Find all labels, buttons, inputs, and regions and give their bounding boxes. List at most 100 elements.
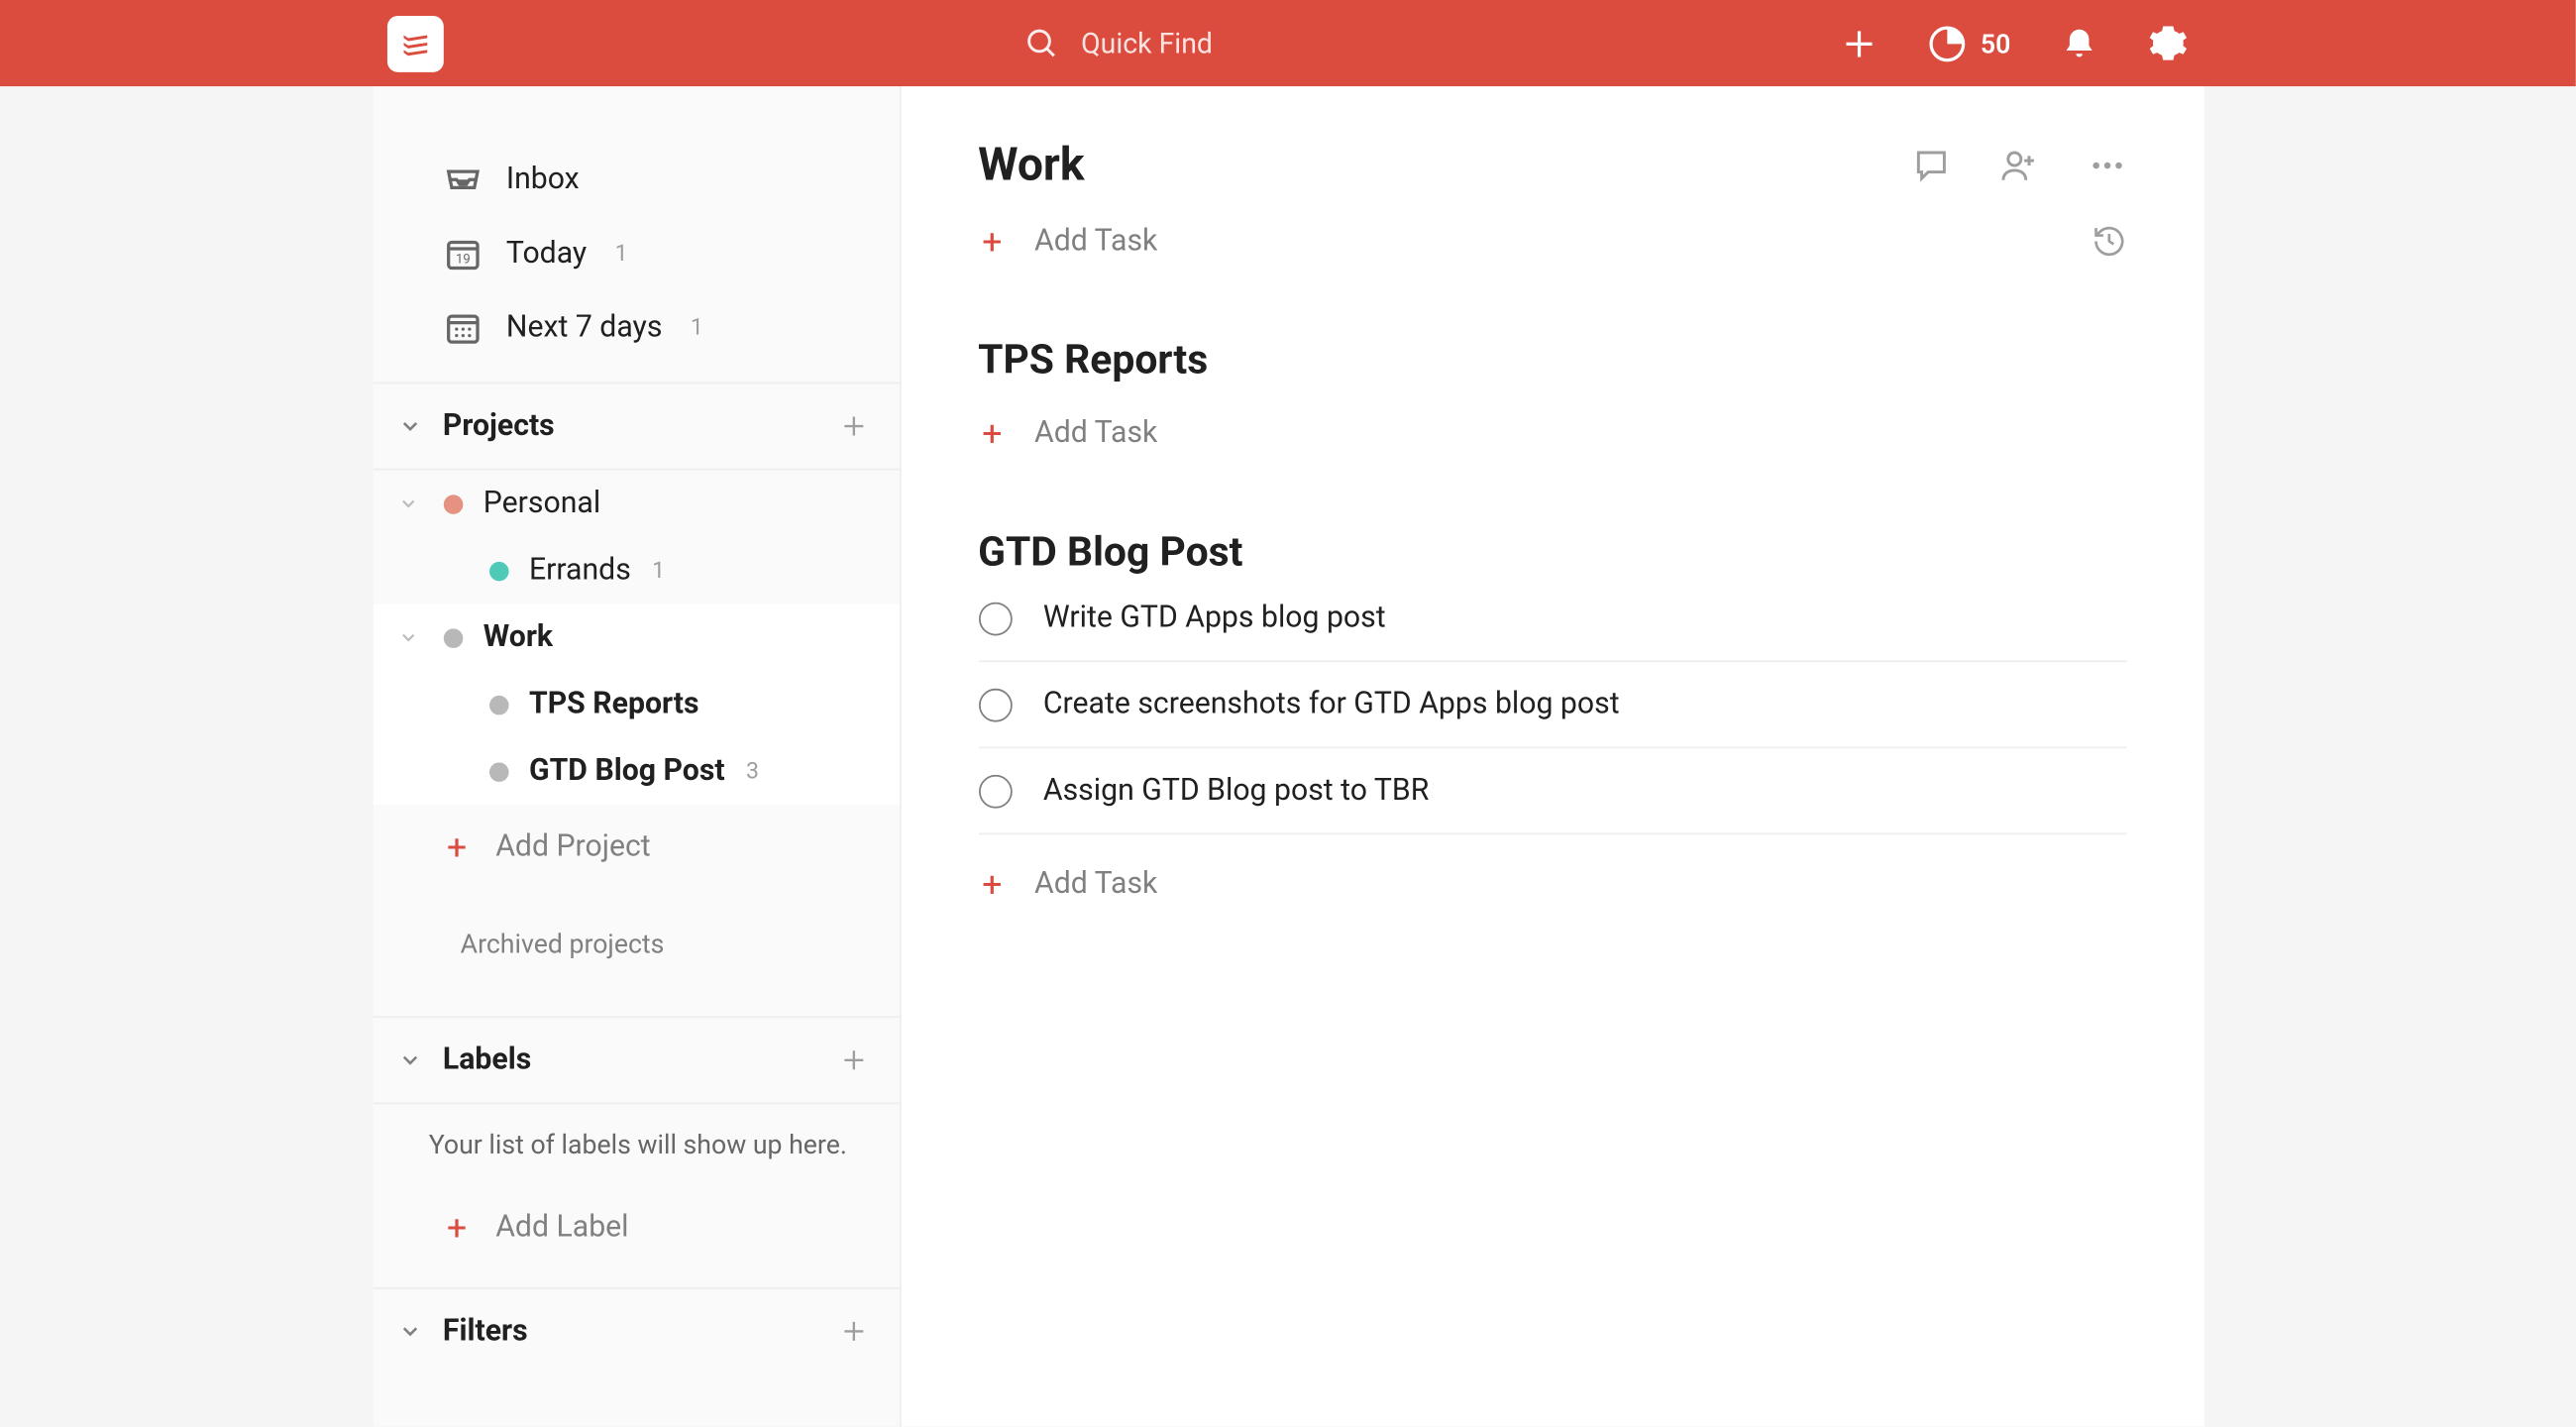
task-checkbox[interactable] bbox=[978, 602, 1012, 635]
sidebar-filters-header[interactable]: Filters bbox=[373, 1287, 899, 1373]
task-row[interactable]: Create screenshots for GTD Apps blog pos… bbox=[978, 662, 2126, 748]
add-task-label: Add Task bbox=[1034, 224, 1157, 260]
sidebar-today-count: 1 bbox=[615, 241, 628, 268]
sidebar-filters-label: Filters bbox=[443, 1314, 839, 1350]
main-content: Work + Add Task TPS Reports + Add Task G… bbox=[901, 86, 2203, 1426]
sidebar-project-tps[interactable]: TPS Reports bbox=[373, 671, 899, 738]
task-row[interactable]: Assign GTD Blog post to TBR bbox=[978, 748, 2126, 834]
add-project-button[interactable]: + Add Project bbox=[373, 805, 899, 889]
archived-projects-link[interactable]: Archived projects bbox=[373, 889, 899, 998]
project-color-dot bbox=[488, 695, 508, 714]
more-icon bbox=[2088, 146, 2126, 184]
sidebar-next7-label: Next 7 days bbox=[506, 310, 663, 346]
sidebar-projects-header[interactable]: Projects bbox=[373, 383, 899, 471]
todoist-logo-icon bbox=[398, 26, 434, 61]
sidebar-project-errands[interactable]: Errands 1 bbox=[373, 537, 899, 604]
add-task-label: Add Task bbox=[1034, 415, 1157, 451]
project-header: Work bbox=[978, 139, 2126, 191]
project-color-dot bbox=[488, 762, 508, 782]
sidebar-project-work[interactable]: Work bbox=[373, 604, 899, 672]
sidebar-inbox[interactable]: Inbox bbox=[373, 143, 899, 217]
sidebar-project-gtd[interactable]: GTD Blog Post 3 bbox=[373, 738, 899, 806]
more-button[interactable] bbox=[2088, 146, 2126, 184]
topbar: Quick Find 50 bbox=[0, 0, 2576, 86]
calendar-week-icon bbox=[443, 308, 482, 347]
topbar-right: 50 bbox=[1840, 0, 2189, 86]
section-title: TPS Reports bbox=[978, 336, 2126, 384]
history-icon bbox=[2091, 224, 2126, 260]
share-button[interactable] bbox=[1999, 146, 2038, 184]
activity-button[interactable] bbox=[2091, 224, 2126, 260]
labels-empty-text: Your list of labels will show up here. bbox=[373, 1104, 899, 1185]
plus-icon: + bbox=[978, 415, 1006, 451]
person-add-icon bbox=[1999, 146, 2038, 184]
calendar-today-icon: 19 bbox=[443, 234, 482, 273]
task-row[interactable]: Write GTD Apps blog post bbox=[978, 576, 2126, 662]
karma-indicator[interactable]: 50 bbox=[1928, 24, 2011, 62]
app-logo[interactable] bbox=[387, 15, 444, 71]
sidebar: Inbox 19 Today 1 Next 7 days 1 Projects … bbox=[373, 86, 901, 1426]
project-count: 3 bbox=[746, 758, 759, 785]
sidebar-labels-label: Labels bbox=[443, 1043, 839, 1078]
sidebar-project-personal[interactable]: Personal bbox=[373, 470, 899, 537]
add-label-icon[interactable] bbox=[839, 1046, 867, 1074]
add-label-button[interactable]: + Add Label bbox=[373, 1185, 899, 1269]
sidebar-today-label: Today bbox=[506, 236, 587, 272]
project-color-dot bbox=[488, 561, 508, 581]
comment-icon bbox=[1911, 146, 1950, 184]
chevron-down-icon bbox=[397, 1047, 443, 1072]
chevron-down-icon bbox=[397, 1319, 443, 1344]
comments-button[interactable] bbox=[1911, 146, 1950, 184]
karma-icon bbox=[1928, 24, 1967, 62]
plus-icon bbox=[1840, 24, 1878, 62]
sidebar-inbox-label: Inbox bbox=[506, 162, 580, 197]
gear-icon bbox=[2148, 23, 2189, 63]
task-title: Create screenshots for GTD Apps blog pos… bbox=[1043, 687, 1620, 722]
app-shell: Inbox 19 Today 1 Next 7 days 1 Projects … bbox=[373, 86, 2203, 1426]
sidebar-next7[interactable]: Next 7 days 1 bbox=[373, 290, 899, 365]
project-name: TPS Reports bbox=[529, 687, 699, 722]
sidebar-next7-count: 1 bbox=[691, 314, 703, 341]
search-icon bbox=[1024, 26, 1060, 61]
task-checkbox[interactable] bbox=[978, 688, 1012, 721]
inbox-icon bbox=[443, 161, 482, 199]
search-placeholder: Quick Find bbox=[1081, 27, 1213, 60]
search[interactable]: Quick Find bbox=[1024, 26, 1213, 61]
task-checkbox[interactable] bbox=[978, 774, 1012, 808]
karma-score: 50 bbox=[1981, 28, 2010, 59]
add-project-label: Add Project bbox=[495, 829, 650, 865]
chevron-down-icon bbox=[397, 627, 422, 648]
add-task-row[interactable]: + Add Task bbox=[978, 866, 2126, 902]
plus-icon: + bbox=[443, 1210, 471, 1246]
task-title: Assign GTD Blog post to TBR bbox=[1043, 773, 1429, 809]
chevron-down-icon bbox=[397, 414, 443, 439]
section-title: GTD Blog Post bbox=[978, 528, 2126, 576]
notifications-button[interactable] bbox=[2060, 24, 2098, 62]
add-task-row[interactable]: + Add Task bbox=[978, 415, 2126, 451]
project-color-dot bbox=[443, 494, 463, 513]
settings-button[interactable] bbox=[2148, 23, 2189, 63]
project-name: Personal bbox=[483, 486, 600, 521]
task-title: Write GTD Apps blog post bbox=[1043, 601, 1386, 636]
project-color-dot bbox=[443, 628, 463, 648]
page-title: Work bbox=[978, 139, 1911, 191]
plus-icon: + bbox=[978, 866, 1006, 902]
sidebar-today[interactable]: 19 Today 1 bbox=[373, 217, 899, 291]
project-name: Work bbox=[483, 620, 553, 656]
sidebar-labels-header[interactable]: Labels bbox=[373, 1016, 899, 1104]
add-task-label: Add Task bbox=[1034, 866, 1157, 902]
quick-add-button[interactable] bbox=[1840, 24, 1878, 62]
project-name: Errands bbox=[529, 553, 631, 589]
bell-icon bbox=[2060, 24, 2098, 62]
add-filter-icon[interactable] bbox=[839, 1317, 867, 1345]
plus-icon: + bbox=[978, 224, 1006, 260]
add-task-row[interactable]: + Add Task bbox=[978, 224, 2126, 260]
svg-text:19: 19 bbox=[455, 253, 470, 268]
project-header-actions bbox=[1911, 146, 2126, 184]
chevron-down-icon bbox=[397, 494, 422, 514]
sidebar-projects-label: Projects bbox=[443, 408, 839, 444]
add-label-label: Add Label bbox=[495, 1210, 628, 1246]
add-project-icon[interactable] bbox=[839, 412, 867, 440]
plus-icon: + bbox=[443, 829, 471, 865]
project-name: GTD Blog Post bbox=[529, 754, 725, 790]
